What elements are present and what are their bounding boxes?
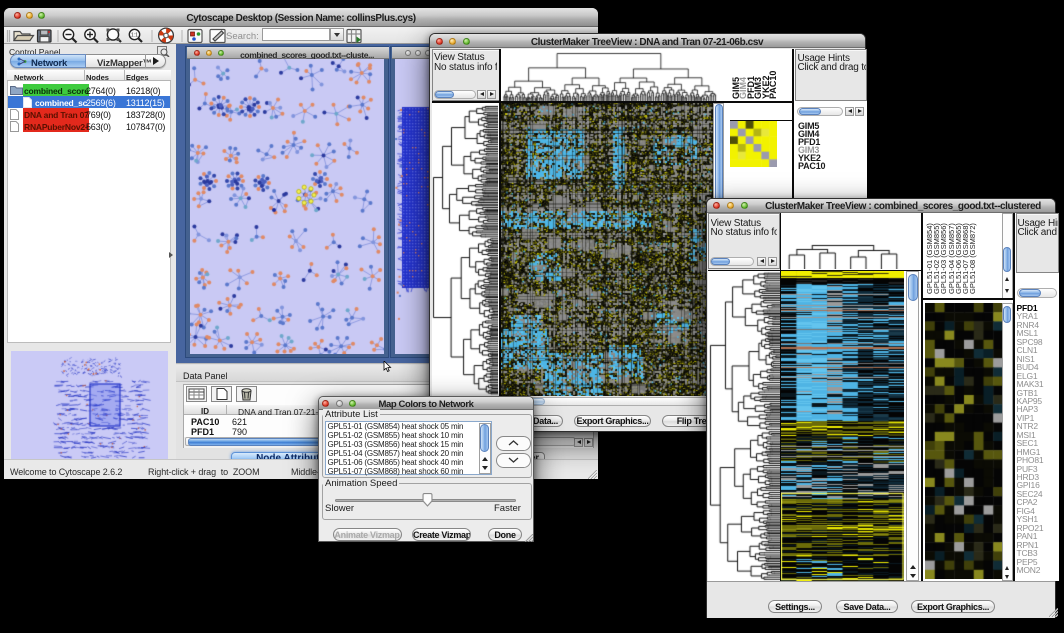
svg-text:1:1: 1:1 <box>131 33 138 39</box>
